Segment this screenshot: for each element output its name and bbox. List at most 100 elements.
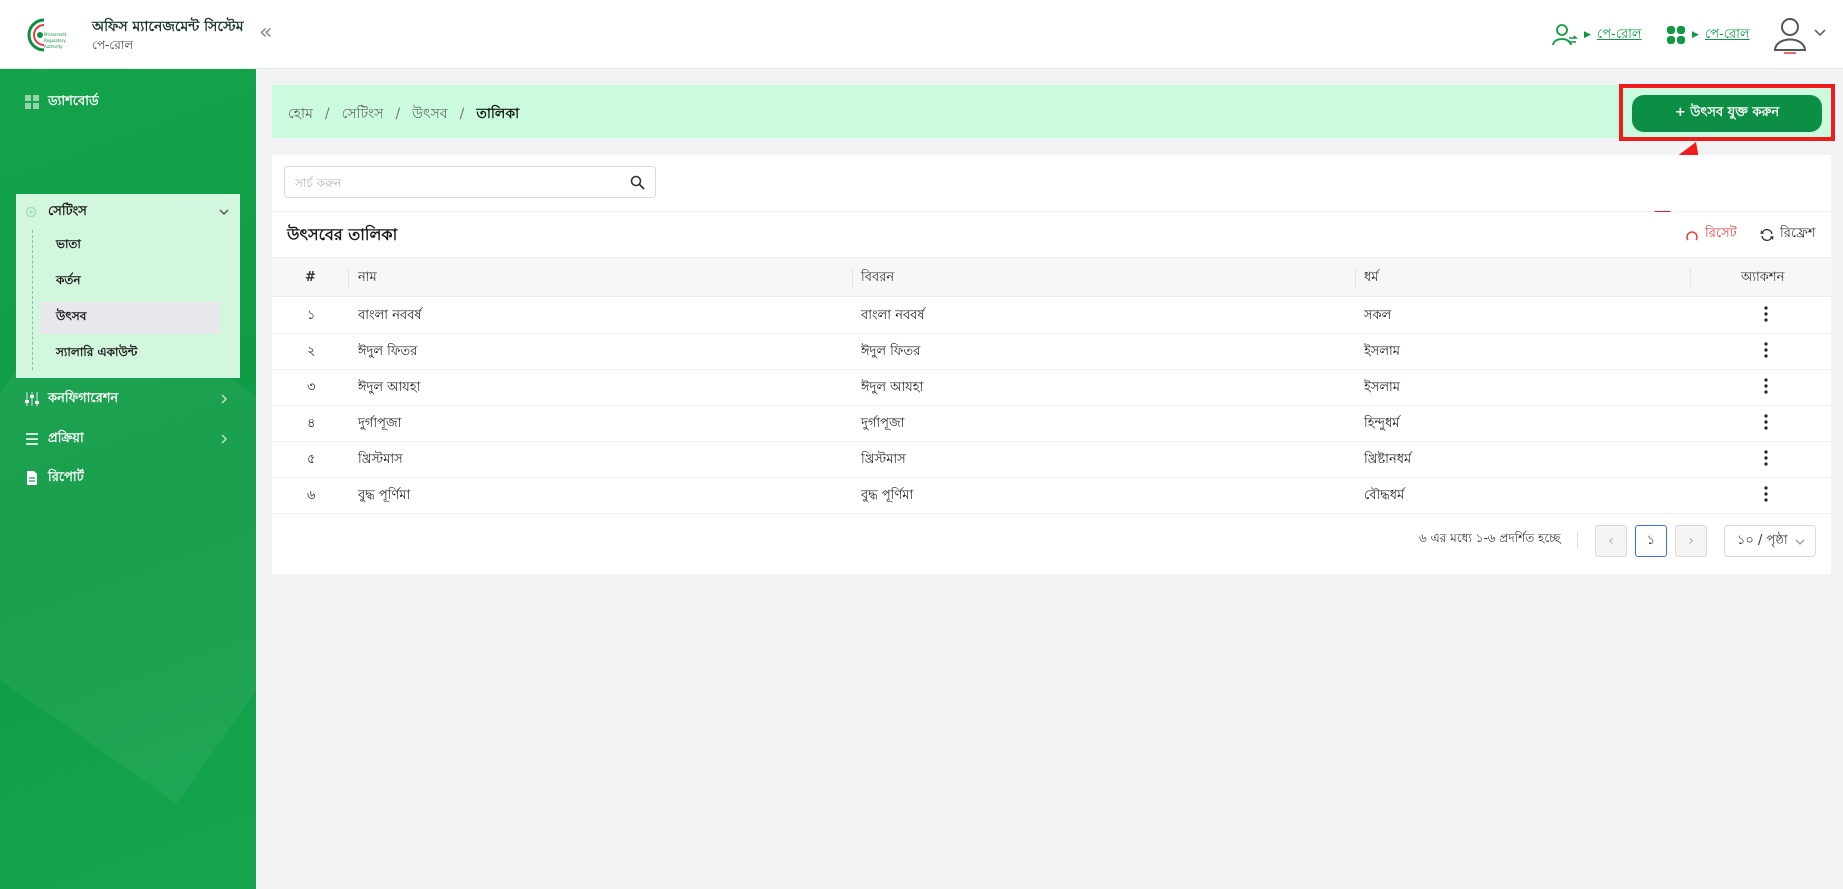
table-row: ৬ বুদ্ধ পূর্ণিমা বুদ্ধ পূর্ণিমা বৌদ্ধধর্… (272, 478, 1831, 514)
sidebar: ড্যাশবোর্ড সেটিংস ভাতা কর্তন উৎসব স্যালা… (0, 69, 256, 889)
page-size-select[interactable]: ১০ / পৃষ্ঠা (1724, 525, 1816, 557)
sidebar-item-label: রিপোর্ট (48, 469, 84, 485)
sidebar-item-configuration[interactable]: কনফিগারেশন (0, 381, 256, 417)
sidebar-subitem-allowance[interactable]: ভাতা (40, 230, 220, 262)
submenu-guide-line (32, 230, 33, 370)
column-header-name: নাম (358, 270, 377, 285)
module-switch-link[interactable]: ▶ পে-রোল (1666, 22, 1750, 48)
cell-religion: সকল (1364, 308, 1392, 323)
column-divider (1355, 268, 1356, 288)
cell-index: ৬ (307, 488, 316, 503)
sidebar-subitem-salary-account[interactable]: স্যালারি একাউন্ট (40, 338, 220, 370)
breadcrumb-current: তালিকা (476, 106, 520, 122)
more-actions-icon[interactable] (1756, 376, 1776, 398)
module-switch-label: পে-রোল (1704, 26, 1750, 42)
more-actions-icon[interactable] (1756, 448, 1776, 470)
dashboard-icon (25, 95, 39, 109)
search-card (272, 155, 1831, 211)
list-icon (26, 433, 38, 445)
breadcrumb-settings[interactable]: সেটিংস (342, 102, 384, 126)
table-row: ৩ ঈদুল আযহা ঈদুল আযহা ইসলাম (272, 370, 1831, 406)
table-title: উৎসবের তালিকা (287, 225, 398, 244)
more-actions-icon[interactable] (1756, 412, 1776, 434)
next-page-button[interactable]: › (1675, 525, 1707, 557)
column-header-description: বিবরন (861, 270, 895, 285)
sidebar-subitem-festival[interactable]: উৎসব (40, 302, 220, 334)
cell-index: ২ (307, 344, 316, 359)
svg-text:Regulatory: Regulatory (44, 38, 66, 43)
brand-title: অফিস ম্যানেজমেন্ট সিস্টেম (92, 19, 244, 35)
grid-icon (1667, 26, 1685, 44)
cell-name: বুদ্ধ পূর্ণিমা (358, 488, 411, 503)
cell-religion: বৌদ্ধধর্ম (1364, 488, 1405, 503)
chevron-right-icon (221, 394, 228, 404)
caret-right-icon: ▶ (1692, 30, 1699, 40)
reset-icon (1686, 230, 1698, 240)
caret-right-icon: ▶ (1584, 30, 1591, 40)
top-header: Microcredit Regulatory Authority অফিস ম্… (0, 0, 1843, 69)
sidebar-item-report[interactable]: রিপোর্ট (0, 460, 256, 496)
search-icon[interactable] (630, 175, 645, 190)
document-icon (27, 471, 37, 485)
prev-page-button[interactable]: ‹ (1595, 525, 1627, 557)
sliders-icon (25, 392, 39, 406)
page-number-button[interactable]: ১ (1635, 525, 1667, 557)
logo-icon: Microcredit Regulatory Authority (27, 18, 67, 52)
settings-submenu: সেটিংস ভাতা কর্তন উৎসব স্যালারি একাউন্ট (16, 194, 240, 378)
sidebar-item-label: প্রক্রিয়া (48, 430, 84, 446)
cell-description: ঈদুল ফিতর (861, 344, 921, 359)
breadcrumb-separator: / (395, 106, 401, 122)
gear-icon (25, 206, 37, 218)
chevron-down-icon[interactable] (1813, 25, 1827, 39)
add-festival-button[interactable]: + উৎসব যুক্ত করুন (1632, 95, 1822, 132)
column-header-index: # (305, 270, 316, 285)
column-header-action: অ্যাকশন (1741, 270, 1785, 285)
breadcrumb-home[interactable]: হোম (288, 102, 313, 126)
cell-description: বুদ্ধ পূর্ণিমা (861, 488, 914, 503)
table-row: ১ বাংলা নববর্ষ বাংলা নববর্ষ সকল (272, 298, 1831, 334)
cell-name: খ্রিস্টমাস (358, 452, 403, 467)
cell-index: ৩ (307, 380, 316, 395)
svg-text:Microcredit: Microcredit (44, 32, 67, 37)
sidebar-collapse-button[interactable]: « (259, 22, 281, 44)
refresh-icon (1760, 228, 1774, 241)
more-actions-icon[interactable] (1756, 304, 1776, 326)
sidebar-item-settings[interactable]: সেটিংস (16, 194, 240, 230)
reset-label: রিসেট (1705, 226, 1737, 241)
cell-index: ৫ (307, 452, 316, 467)
user-avatar-icon[interactable] (1770, 14, 1810, 54)
breadcrumb-separator: / (324, 106, 330, 122)
sidebar-item-label: কনফিগারেশন (48, 390, 119, 406)
cell-description: ঈদুল আযহা (861, 380, 924, 395)
column-divider (348, 268, 349, 288)
sidebar-item-dashboard[interactable]: ড্যাশবোর্ড (0, 84, 256, 120)
cell-religion: খ্রিষ্টানধর্ম (1364, 452, 1412, 467)
chevron-right-icon (221, 434, 228, 444)
sidebar-subitem-deduction[interactable]: কর্তন (40, 266, 220, 298)
user-switch-icon (1552, 24, 1578, 46)
cell-religion: ইসলাম (1364, 380, 1401, 395)
breadcrumb-bar: হোম / সেটিংস / উৎসব / তালিকা (272, 85, 1831, 138)
user-switch-label: পে-রোল (1596, 26, 1642, 42)
breadcrumb-festival[interactable]: উৎসব (412, 102, 447, 126)
breadcrumb-separator: / (459, 106, 465, 122)
more-actions-icon[interactable] (1756, 340, 1776, 362)
search-input[interactable] (295, 173, 615, 193)
svg-text:Authority: Authority (44, 44, 63, 49)
table-row: ৫ খ্রিস্টমাস খ্রিস্টমাস খ্রিষ্টানধর্ম (272, 442, 1831, 478)
more-actions-icon[interactable] (1756, 484, 1776, 506)
breadcrumb: হোম / সেটিংস / উৎসব / তালিকা (288, 102, 519, 126)
cell-name: ঈদুল ফিতর (358, 344, 418, 359)
refresh-button[interactable]: রিফ্রেশ (1760, 224, 1816, 245)
cell-index: ১ (307, 308, 316, 323)
sidebar-item-process[interactable]: প্রক্রিয়া (0, 421, 256, 457)
cell-name: বাংলা নববর্ষ (358, 308, 422, 323)
column-divider (852, 268, 853, 288)
cell-description: দুর্গাপূজা (861, 416, 905, 431)
chevron-down-icon (219, 209, 229, 216)
user-switch-link[interactable]: ▶ পে-রোল (1552, 22, 1642, 48)
reset-button[interactable]: রিসেট (1685, 224, 1737, 245)
cell-index: ৪ (307, 416, 316, 431)
refresh-label: রিফ্রেশ (1780, 226, 1816, 241)
column-header-religion: ধর্ম (1364, 270, 1379, 285)
